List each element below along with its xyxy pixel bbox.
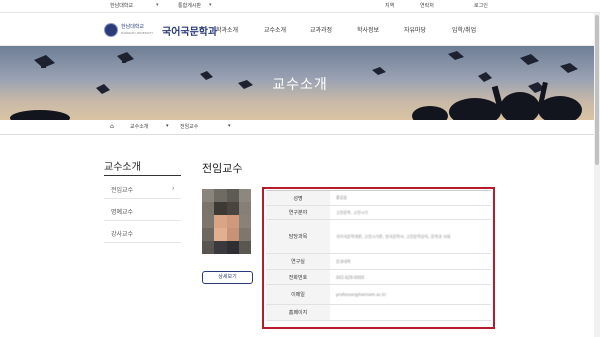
- row-value: 042-629-0000: [336, 274, 365, 280]
- table-row: 연구분야 고전문학, 고전시가: [266, 206, 491, 220]
- nav-item-academic-info[interactable]: 학사정보: [357, 25, 379, 34]
- chevron-down-icon[interactable]: ▾: [156, 2, 159, 8]
- professor-photo: [202, 189, 251, 254]
- row-value: 홍길동: [336, 195, 348, 200]
- chevron-down-icon[interactable]: ▾: [166, 123, 169, 129]
- profile-info-table: 성명 홍길동 연구분야 고전문학, 고전시가 담당과목 국어국문학개론, 고전시…: [266, 190, 491, 321]
- row-label: 성명: [266, 191, 330, 205]
- sidebar-divider: [104, 242, 181, 243]
- top-link-contact[interactable]: 연락처: [420, 2, 434, 9]
- nav-item-admission[interactable]: 입학/취업: [452, 25, 476, 34]
- site-logo[interactable]: 한남대학교 HANNAM UNIVERSITY 국어국문학과: [104, 21, 218, 39]
- chevron-down-icon[interactable]: ▾: [209, 2, 212, 8]
- sidebar-divider: [104, 175, 181, 176]
- sidebar-item-emeritus[interactable]: 명예교수: [111, 207, 133, 216]
- hero-title: 교수소개: [272, 77, 328, 93]
- table-row: 성명 홍길동: [266, 191, 491, 206]
- nav-item-department[interactable]: 학과소개: [216, 25, 238, 34]
- page-title: 전임교수: [202, 162, 243, 175]
- logo-school-name: 한남대학교: [121, 24, 145, 30]
- row-label: 전화번호: [266, 270, 330, 284]
- table-row: 이메일 professor@hannam.ac.kr: [266, 285, 491, 305]
- page-scrollbar[interactable]: [594, 13, 600, 337]
- sidebar-title: 교수소개: [104, 162, 141, 173]
- top-utility-bar: 한남대학교 ▾ 통합게시판 ▾ 지역 연락처 로그인: [0, 0, 600, 13]
- site-header: 한남대학교 HANNAM UNIVERSITY 국어국문학과 학과소개 교수소개…: [0, 13, 600, 46]
- sidebar-item-lecturer[interactable]: 강사교수: [111, 229, 133, 238]
- table-row: 연구실 문과대학: [266, 254, 491, 270]
- top-link-region[interactable]: 지역: [385, 2, 394, 9]
- chevron-down-icon[interactable]: ▾: [228, 123, 231, 129]
- sidebar-divider: [104, 220, 181, 221]
- top-link-board[interactable]: 통합게시판: [178, 2, 201, 9]
- breadcrumb-item-page[interactable]: 전임교수: [180, 123, 198, 130]
- row-label: 담당과목: [266, 220, 330, 253]
- breadcrumb-item-section[interactable]: 교수소개: [130, 123, 148, 130]
- home-icon[interactable]: ⌂: [110, 123, 114, 130]
- row-label: 연구분야: [266, 206, 330, 219]
- nav-item-board[interactable]: 자유마당: [404, 25, 426, 34]
- row-value: 문과대학: [336, 258, 351, 264]
- row-value: 고전문학, 고전시가: [336, 209, 368, 215]
- chevron-right-icon: ›: [172, 185, 175, 192]
- row-label: 홈페이지: [266, 305, 330, 320]
- row-value: 국어국문학개론, 고전시가론, 한국문학사, 고전문학강독, 문학과 사회: [336, 233, 451, 239]
- table-row: 전화번호 042-629-0000: [266, 270, 491, 285]
- top-link-login[interactable]: 로그인: [474, 2, 488, 9]
- table-row: 홈페이지: [266, 305, 491, 321]
- scrollbar-thumb[interactable]: [595, 15, 599, 165]
- university-emblem-icon: [104, 23, 118, 37]
- nav-item-curriculum[interactable]: 교과과정: [310, 25, 332, 34]
- detail-view-button[interactable]: 상세보기: [202, 271, 253, 284]
- nav-item-professors[interactable]: 교수소개: [264, 25, 286, 34]
- hero-banner: 교수소개: [0, 46, 600, 120]
- logo-school-en: HANNAM UNIVERSITY: [121, 31, 154, 35]
- sidebar-item-fulltime[interactable]: 전임교수: [111, 185, 133, 194]
- logo-department-name: 국어국문학과: [162, 27, 218, 38]
- table-row: 담당과목 국어국문학개론, 고전시가론, 한국문학사, 고전문학강독, 문학과 …: [266, 220, 491, 254]
- sidebar-divider: [104, 198, 181, 199]
- row-value[interactable]: professor@hannam.ac.kr: [330, 292, 491, 297]
- row-label: 연구실: [266, 254, 330, 269]
- top-link-university[interactable]: 한남대학교: [110, 2, 133, 9]
- breadcrumb: ⌂ 교수소개 ▾ 전임교수 ▾: [0, 120, 600, 135]
- row-label: 이메일: [266, 285, 330, 304]
